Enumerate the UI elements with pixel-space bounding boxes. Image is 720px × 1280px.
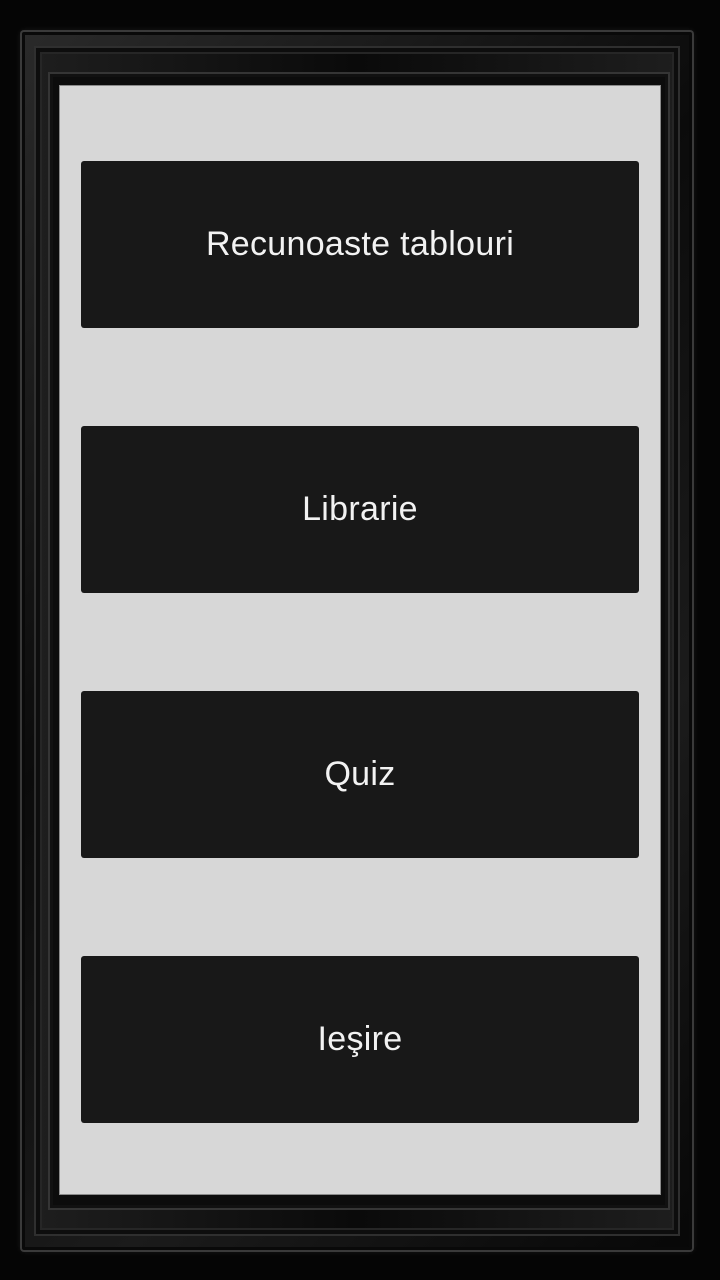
library-label: Librarie	[302, 490, 418, 528]
exit-button[interactable]: Ieşire	[81, 956, 639, 1123]
recognize-paintings-label: Recunoaste tablouri	[205, 225, 515, 263]
library-button[interactable]: Librarie	[81, 426, 639, 593]
quiz-button[interactable]: Quiz	[81, 691, 639, 858]
exit-label: Ieşire	[317, 1020, 403, 1058]
picture-frame: Recunoaste tablouri Librarie Quiz Ieşire	[0, 0, 720, 1280]
main-menu-panel: Recunoaste tablouri Librarie Quiz Ieşire	[60, 86, 660, 1194]
quiz-label: Quiz	[324, 755, 396, 793]
recognize-paintings-button[interactable]: Recunoaste tablouri	[81, 161, 639, 328]
